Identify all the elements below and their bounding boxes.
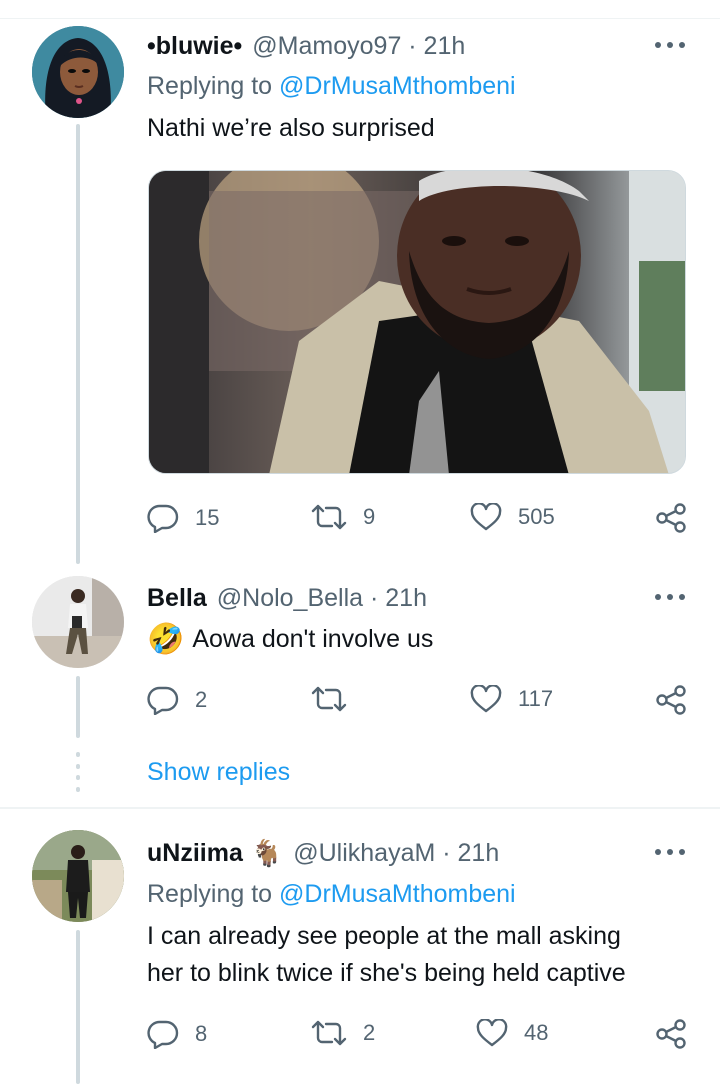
handle-time[interactable]: @Nolo_Bella · 21h bbox=[217, 584, 427, 613]
reply-icon bbox=[147, 504, 179, 533]
thread-dots bbox=[76, 752, 80, 792]
heart-icon bbox=[470, 503, 502, 531]
thread-line bbox=[76, 124, 80, 564]
display-name[interactable]: •bluwie• bbox=[147, 32, 242, 61]
thread-line bbox=[76, 930, 80, 1084]
share-action[interactable] bbox=[655, 1019, 687, 1049]
reply-count: 8 bbox=[195, 1021, 208, 1046]
like-count: 48 bbox=[524, 1020, 549, 1045]
display-name[interactable]: uNziima bbox=[147, 839, 243, 868]
reply-action[interactable]: 8 bbox=[147, 1019, 207, 1049]
reply-count: 15 bbox=[195, 505, 220, 530]
show-replies-link[interactable]: Show replies bbox=[147, 758, 290, 787]
avatar-illustration bbox=[32, 26, 124, 118]
thread-line bbox=[76, 676, 80, 738]
heart-icon bbox=[476, 1019, 508, 1047]
share-icon bbox=[656, 503, 686, 533]
reply-count: 2 bbox=[195, 687, 208, 712]
share-action[interactable] bbox=[655, 685, 687, 715]
replying-handle-link[interactable]: @DrMusaMthombeni bbox=[279, 72, 516, 101]
replying-to: Replying to @DrMusaMthombeni bbox=[147, 878, 516, 910]
more-options-icon[interactable] bbox=[655, 594, 685, 602]
more-options-icon[interactable] bbox=[655, 42, 685, 50]
reply-action[interactable]: 2 bbox=[147, 685, 207, 715]
avatar-photo bbox=[32, 576, 124, 668]
like-action[interactable]: 117 bbox=[470, 685, 553, 713]
tweet-text: Nathi we’re also surprised bbox=[147, 114, 435, 142]
like-action[interactable]: 505 bbox=[470, 503, 555, 531]
retweet-count: 2 bbox=[363, 1020, 376, 1045]
section-divider bbox=[0, 807, 720, 809]
share-icon bbox=[656, 685, 686, 715]
tweet-header: •bluwie• @Mamoyo97 · 21h bbox=[147, 30, 465, 62]
retweet-icon bbox=[311, 504, 347, 530]
reply-icon bbox=[147, 1020, 179, 1049]
top-divider bbox=[0, 18, 720, 19]
like-count: 505 bbox=[518, 504, 555, 529]
like-count: 117 bbox=[518, 686, 554, 711]
heart-icon bbox=[470, 685, 502, 713]
tweet-text-line-1: I can already see people at the mall ask… bbox=[147, 922, 621, 950]
tweet-text-line-2: her to blink twice if she's being held c… bbox=[147, 959, 626, 987]
retweet-action[interactable] bbox=[311, 685, 363, 713]
replying-handle-link[interactable]: @DrMusaMthombeni bbox=[279, 880, 516, 909]
replying-prefix: Replying to bbox=[147, 71, 280, 100]
avatar-photo bbox=[32, 830, 124, 922]
retweet-icon bbox=[311, 1020, 347, 1046]
tweet-header: Bella @Nolo_Bella · 21h bbox=[147, 582, 427, 614]
reply-action[interactable]: 15 bbox=[147, 503, 219, 533]
retweet-action[interactable]: 9 bbox=[311, 503, 375, 531]
retweet-icon bbox=[311, 686, 347, 712]
avatar-bluwie[interactable] bbox=[32, 26, 124, 118]
reply-icon bbox=[147, 686, 179, 715]
tweet-text-content: Aowa don't involve us bbox=[192, 625, 434, 653]
share-action[interactable] bbox=[655, 503, 687, 533]
avatar-bella[interactable] bbox=[32, 576, 124, 668]
tweet-text: 🤣 Aowa don't involve us bbox=[147, 621, 433, 658]
tweet-media-image[interactable] bbox=[148, 170, 686, 474]
display-name[interactable]: Bella bbox=[147, 584, 207, 613]
goat-emoji: 🐐 bbox=[250, 837, 284, 868]
photo-man-in-vest bbox=[149, 171, 685, 473]
retweet-count: 9 bbox=[363, 504, 376, 529]
replying-prefix: Replying to bbox=[147, 879, 280, 908]
handle-time[interactable]: @Mamoyo97 · 21h bbox=[252, 32, 465, 61]
avatar-unziima[interactable] bbox=[32, 830, 124, 922]
more-options-icon[interactable] bbox=[655, 849, 685, 857]
like-action[interactable]: 48 bbox=[476, 1019, 548, 1047]
handle-time[interactable]: @UlikhayaM · 21h bbox=[293, 839, 499, 868]
replying-to: Replying to @DrMusaMthombeni bbox=[147, 70, 516, 102]
retweet-action[interactable]: 2 bbox=[311, 1019, 375, 1047]
tweet-header: uNziima 🐐 @UlikhayaM · 21h bbox=[147, 836, 499, 870]
rolling-laughing-emoji: 🤣 bbox=[147, 623, 185, 656]
share-icon bbox=[656, 1019, 686, 1049]
